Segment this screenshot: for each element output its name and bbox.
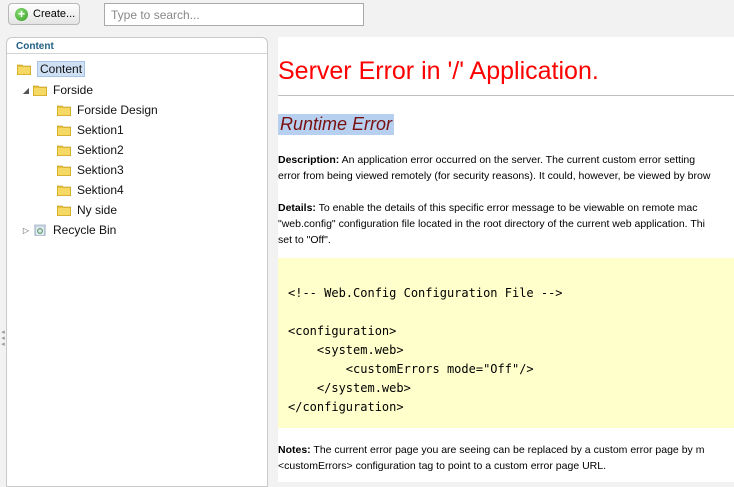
toolbar: + Create... — [0, 0, 734, 32]
tree-node-label: Ny side — [77, 203, 118, 217]
description-text-2: error from being viewed remotely (for se… — [278, 170, 711, 182]
tree-header: Content — [7, 38, 267, 54]
folder-icon — [57, 105, 71, 116]
notes-text-1: The current error page you are seeing ca… — [310, 444, 705, 456]
tree-node-content[interactable]: Content — [17, 60, 86, 78]
folder-icon — [57, 125, 71, 136]
details-text-2: "web.config" configuration file located … — [278, 218, 705, 230]
tree-node-label: Sektion3 — [77, 163, 124, 177]
tree-node-label: Forside Design — [77, 103, 158, 117]
tree-node-label: Sektion1 — [77, 123, 124, 137]
notes-label: Notes: — [278, 444, 311, 456]
details-text-3: set to "Off". — [278, 234, 331, 246]
folder-icon — [57, 145, 71, 156]
config-code: <!-- Web.Config Configuration File --> <… — [288, 286, 563, 414]
description-text-1: An application error occurred on the ser… — [339, 154, 696, 166]
error-page: Server Error in '/' Application. Runtime… — [278, 37, 734, 482]
details-paragraph: Details: To enable the details of this s… — [278, 200, 734, 248]
tree-node-forside-design[interactable]: Forside Design — [57, 101, 158, 119]
folder-icon — [17, 64, 31, 75]
tree-node-sektion2[interactable]: Sektion2 — [57, 141, 124, 159]
expand-right-icon[interactable]: ▷ — [21, 226, 31, 235]
tree-node-sektion4[interactable]: Sektion4 — [57, 181, 124, 199]
tree-node-label: Sektion4 — [77, 183, 124, 197]
tree-node-label: Forside — [53, 83, 94, 97]
folder-icon — [33, 85, 47, 96]
content-tree-panel: Content Content ◢ Forside Forside Design… — [6, 37, 268, 487]
details-text-1: To enable the details of this specific e… — [315, 202, 698, 214]
create-button[interactable]: + Create... — [8, 3, 80, 25]
tree-node-ny-side[interactable]: Ny side — [57, 201, 117, 219]
folder-icon — [57, 185, 71, 196]
splitter-handle[interactable]: ◂ ◂ ◂ — [0, 329, 6, 354]
tree-node-sektion3[interactable]: Sektion3 — [57, 161, 124, 179]
code-block: <!-- Web.Config Configuration File --> <… — [278, 258, 734, 428]
tree-node-recycle-bin[interactable]: ▷ Recycle Bin — [21, 221, 116, 239]
create-button-label: Create... — [33, 8, 76, 20]
error-title: Server Error in '/' Application. — [278, 57, 599, 85]
tree-node-forside[interactable]: ◢ Forside — [21, 81, 93, 99]
expand-down-icon[interactable]: ◢ — [21, 86, 31, 95]
plus-icon: + — [15, 7, 28, 21]
notes-text-2: <customErrors> configuration tag to poin… — [278, 460, 606, 472]
error-subtitle: Runtime Error — [278, 114, 395, 135]
tree-node-label: Content — [37, 61, 86, 77]
folder-icon — [57, 165, 71, 176]
details-label: Details: — [278, 202, 316, 214]
tree-node-sektion1[interactable]: Sektion1 — [57, 121, 124, 139]
tree-node-label: Sektion2 — [77, 143, 124, 157]
notes-paragraph: Notes: The current error page you are se… — [278, 442, 734, 474]
search-input[interactable] — [104, 3, 364, 26]
tree-node-label: Recycle Bin — [53, 223, 117, 237]
description-label: Description: — [278, 154, 340, 166]
description-paragraph: Description: An application error occurr… — [278, 152, 734, 184]
recycle-bin-icon — [34, 224, 46, 236]
folder-icon — [57, 205, 71, 216]
divider — [278, 95, 734, 96]
